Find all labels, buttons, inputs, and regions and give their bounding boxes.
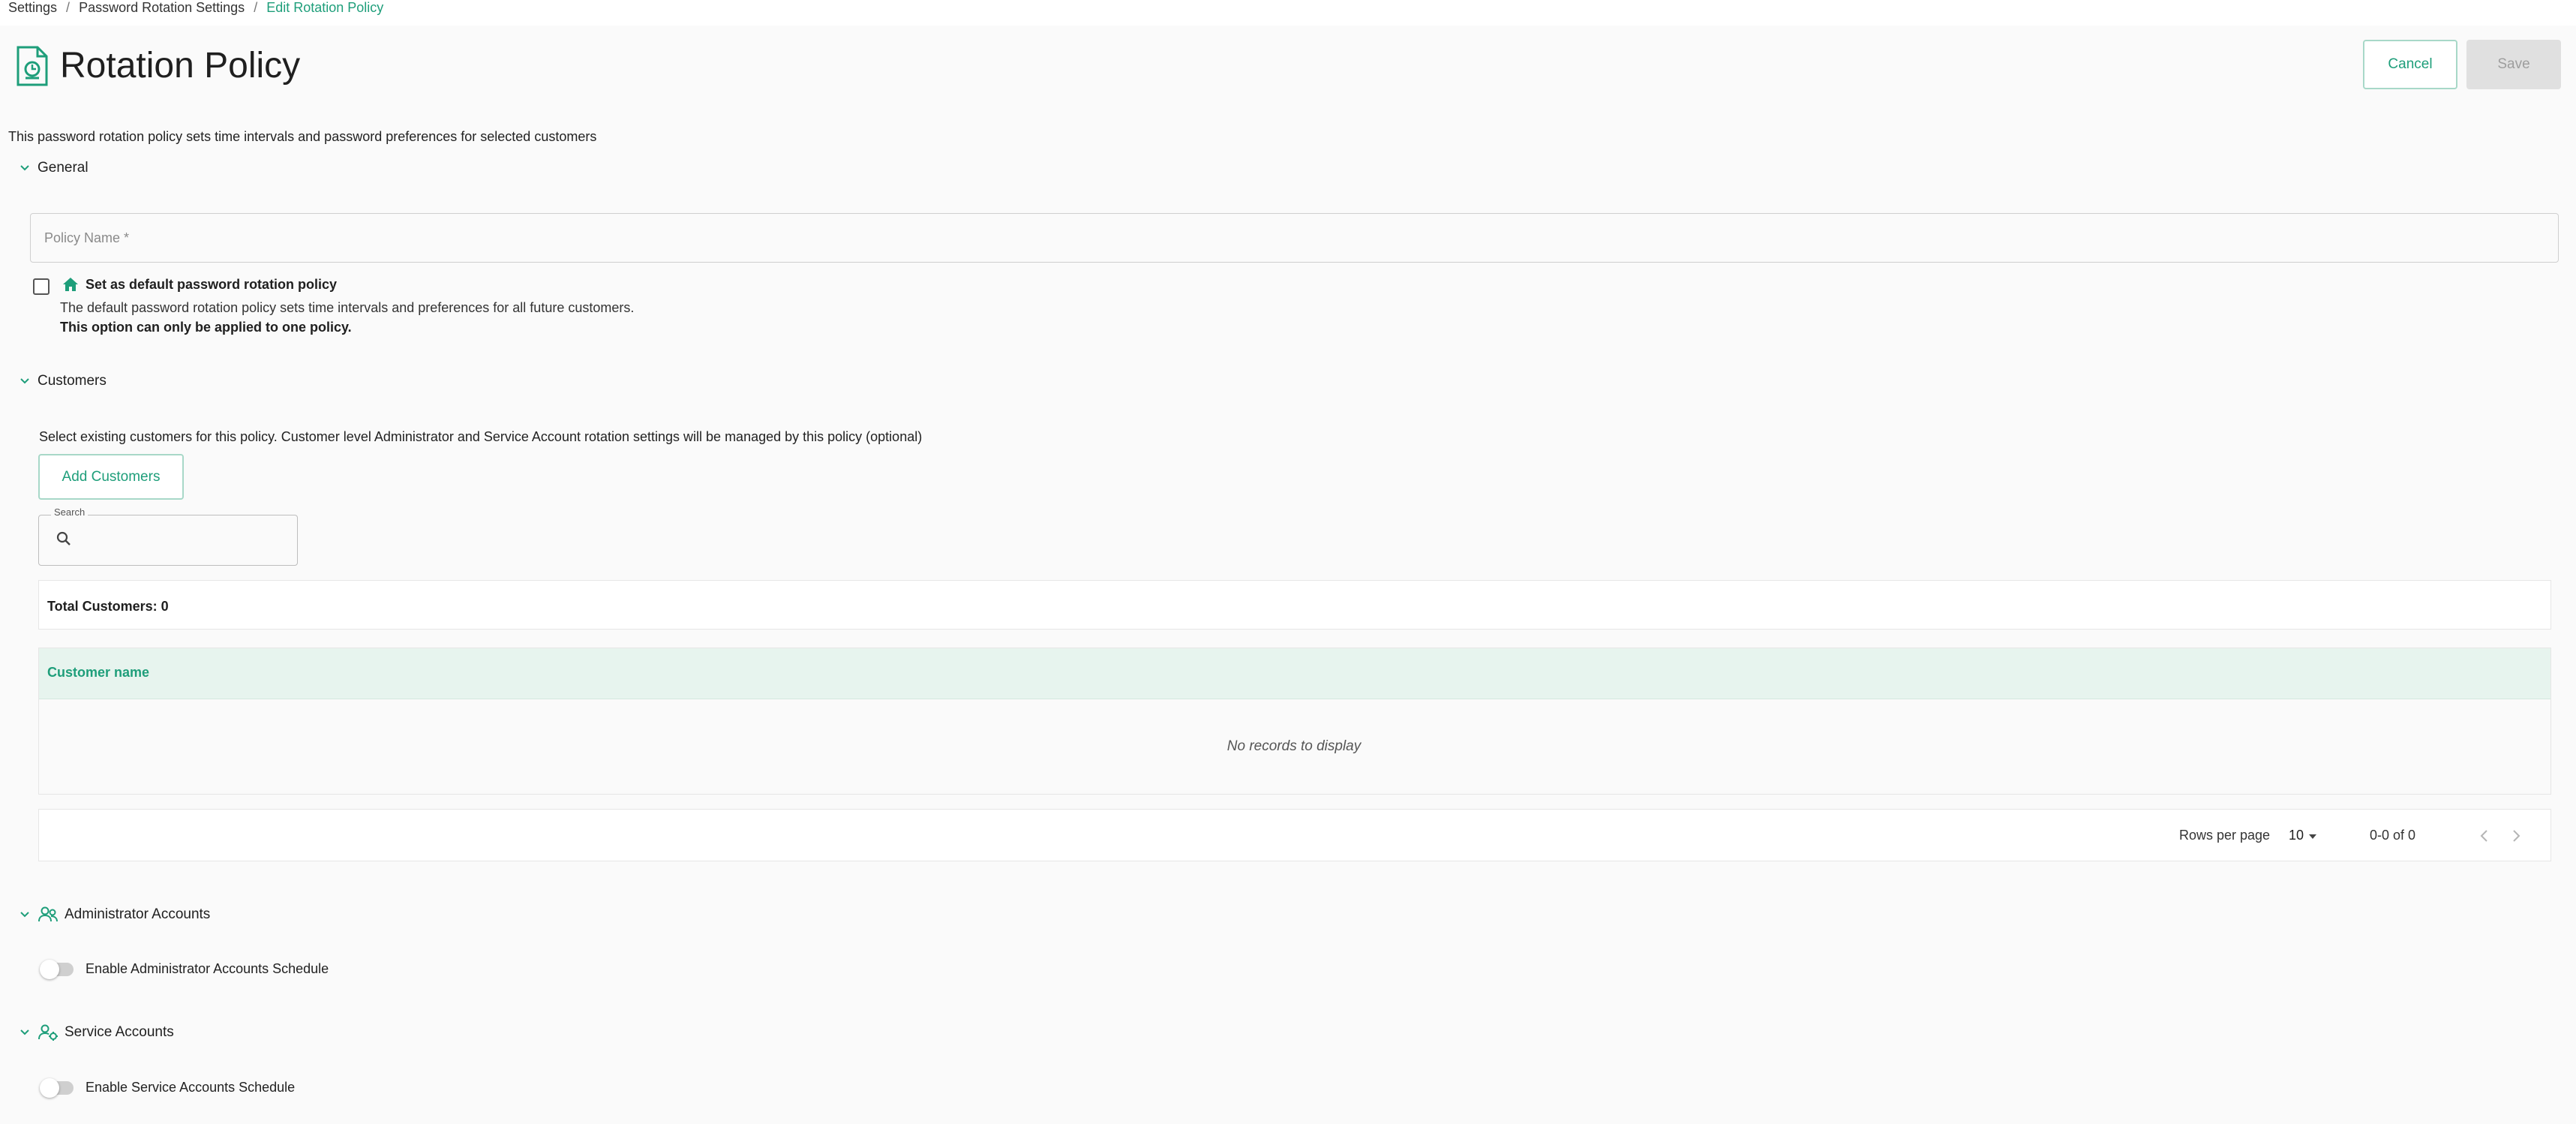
toggle-knob [40, 960, 59, 979]
previous-page-icon[interactable] [2475, 827, 2493, 845]
default-policy-description: The default password rotation policy set… [60, 300, 635, 315]
breadcrumb-current: Edit Rotation Policy [266, 0, 384, 15]
default-policy-title: Set as default password rotation policy [86, 276, 338, 292]
caret-down-icon[interactable] [2307, 833, 2318, 840]
customers-description: Select existing customers for this polic… [39, 429, 923, 444]
customer-search-input[interactable] [38, 515, 298, 566]
service-account-icon [38, 1024, 58, 1041]
cancel-button[interactable]: Cancel [2363, 40, 2457, 89]
policy-document-icon [17, 46, 48, 86]
admin-schedule-toggle[interactable] [40, 960, 74, 979]
section-service-toggle[interactable]: Service Accounts [18, 1023, 174, 1041]
column-header-customer-name[interactable]: Customer name [47, 665, 149, 681]
top-bar [0, 0, 2576, 26]
add-customers-button[interactable]: Add Customers [38, 454, 184, 500]
section-general-title: General [38, 160, 89, 176]
service-schedule-toggle[interactable] [40, 1078, 74, 1098]
service-schedule-label: Enable Service Accounts Schedule [86, 1080, 296, 1095]
default-policy-label[interactable]: Set as default password rotation policy [62, 275, 337, 293]
policy-name-field[interactable] [30, 213, 2559, 263]
chevron-down-icon [20, 912, 29, 918]
customers-table-header [39, 648, 2550, 699]
save-button[interactable]: Save [2466, 40, 2561, 89]
admin-users-icon [38, 906, 58, 922]
section-service-title: Service Accounts [65, 1024, 174, 1040]
total-customers-text: Total Customers: 0 [47, 599, 169, 614]
rows-per-page-select[interactable]: 10 [2289, 828, 2304, 843]
admin-schedule-label: Enable Administrator Accounts Schedule [86, 961, 329, 976]
breadcrumb-separator: / [66, 0, 71, 15]
rows-per-page-label: Rows per page [2179, 828, 2271, 843]
section-customers-title: Customers [38, 373, 107, 389]
search-label: Search [51, 506, 89, 518]
table-pagination [38, 809, 2551, 861]
page-title: Rotation Policy [60, 46, 301, 86]
search-icon [56, 531, 71, 545]
breadcrumb-settings[interactable]: Settings [8, 0, 57, 15]
breadcrumb-password-rotation-settings[interactable]: Password Rotation Settings [79, 0, 245, 15]
breadcrumb-separator: / [254, 0, 258, 15]
section-general-toggle[interactable]: General [18, 160, 89, 176]
pagination-range: 0-0 of 0 [2370, 828, 2416, 843]
chevron-down-icon [20, 378, 29, 384]
intro-text: This password rotation policy sets time … [8, 129, 597, 144]
total-customers-card [38, 580, 2551, 630]
section-customers-toggle[interactable]: Customers [18, 373, 107, 389]
empty-table-message: No records to display [1226, 738, 1362, 754]
chevron-down-icon [20, 1029, 29, 1035]
chevron-down-icon [20, 165, 29, 171]
toggle-knob [40, 1078, 59, 1098]
breadcrumb: Settings / Password Rotation Settings / Edit… [8, 0, 383, 15]
section-admin-title: Administrator Accounts [65, 906, 211, 922]
default-policy-checkbox[interactable] [33, 278, 50, 295]
next-page-icon[interactable] [2507, 827, 2525, 845]
section-admin-toggle[interactable]: Administrator Accounts [18, 906, 210, 924]
default-policy-note: This option can only be applied to one p… [60, 320, 352, 335]
home-icon [63, 278, 78, 291]
